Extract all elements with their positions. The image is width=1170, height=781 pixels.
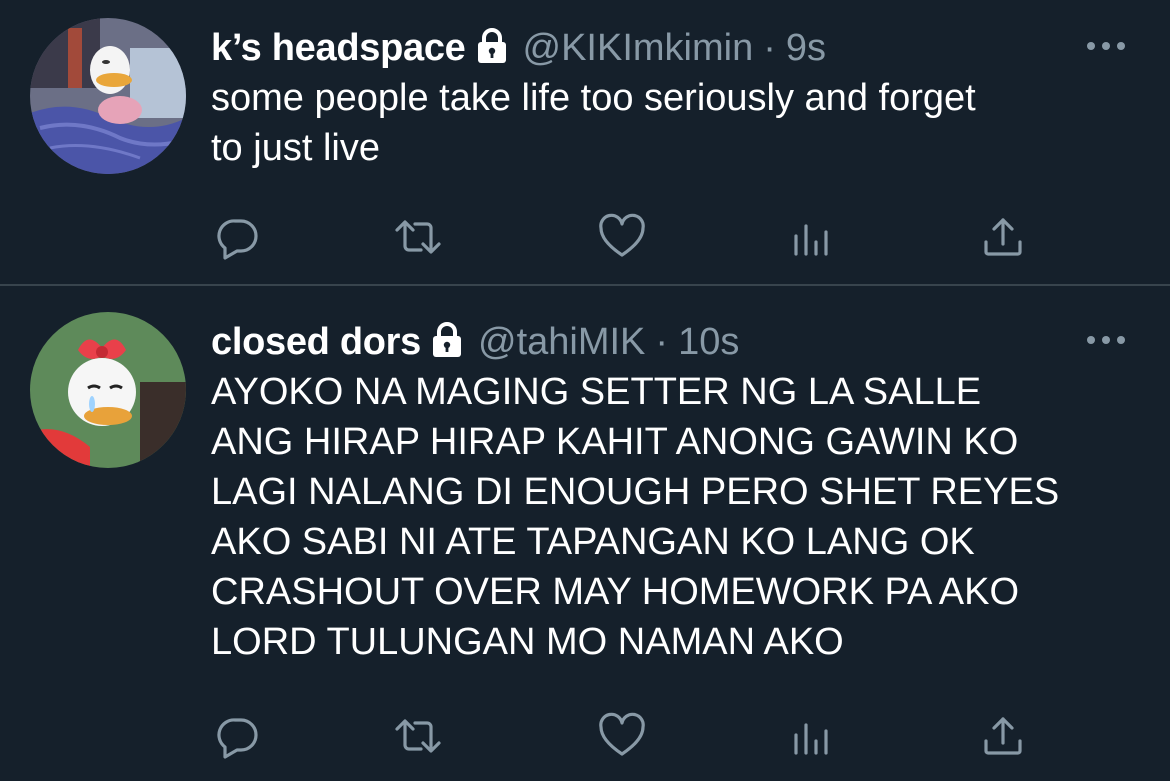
share-icon[interactable] bbox=[978, 711, 1028, 761]
daisy-duck-crying-avatar bbox=[30, 312, 186, 468]
user-handle[interactable]: @KIKImkimin bbox=[523, 23, 754, 73]
separator-dot: · bbox=[763, 27, 776, 69]
tweet-text-line: to just live bbox=[211, 127, 380, 169]
donald-duck-in-bed-avatar bbox=[30, 18, 186, 174]
tweet-text-line: CRASHOUT OVER MAY HOMEWORK PA AKO bbox=[211, 571, 1020, 613]
tweet-text-line: some people take life too seriously and … bbox=[211, 77, 976, 119]
reply-icon[interactable] bbox=[213, 212, 263, 262]
tweet-text-line: ANG HIRAP HIRAP KAHIT ANONG GAWIN KO bbox=[211, 421, 1019, 463]
like-icon[interactable] bbox=[597, 711, 647, 761]
user-handle[interactable]: @tahiMIK bbox=[478, 317, 645, 367]
reply-icon[interactable] bbox=[213, 711, 263, 761]
avatar[interactable] bbox=[30, 312, 186, 468]
separator-dot: · bbox=[655, 321, 669, 363]
more-icon[interactable] bbox=[1086, 40, 1126, 52]
retweet-icon[interactable] bbox=[393, 212, 443, 262]
share-icon[interactable] bbox=[978, 212, 1028, 262]
tweet[interactable]: k’s headspace @KIKImkimin · 9s some peop… bbox=[0, 0, 1170, 284]
timestamp[interactable]: 9s bbox=[786, 23, 826, 73]
tweet-header: closed dors @tahiMIK · 10s bbox=[211, 317, 739, 367]
retweet-icon[interactable] bbox=[393, 711, 443, 761]
tweet-text-line: AKO SABI NI ATE TAPANGAN KO LANG OK bbox=[211, 521, 975, 563]
analytics-icon[interactable] bbox=[787, 212, 837, 262]
tweet-header: k’s headspace @KIKImkimin · 9s bbox=[211, 23, 826, 73]
tweet-text: AYOKO NA MAGING SETTER NG LA SALLE ANG H… bbox=[211, 367, 1141, 667]
tweet-text-line: AYOKO NA MAGING SETTER NG LA SALLE bbox=[211, 371, 982, 413]
tweet[interactable]: closed dors @tahiMIK · 10s AYOKO NA MAGI… bbox=[0, 286, 1170, 781]
more-icon[interactable] bbox=[1086, 334, 1126, 346]
tweet-actions bbox=[0, 212, 1170, 262]
display-name[interactable]: k’s headspace bbox=[211, 23, 466, 73]
like-icon[interactable] bbox=[597, 212, 647, 262]
display-name[interactable]: closed dors bbox=[211, 317, 421, 367]
lock-icon bbox=[475, 27, 509, 65]
lock-icon bbox=[430, 321, 464, 359]
timestamp[interactable]: 10s bbox=[678, 317, 739, 367]
analytics-icon[interactable] bbox=[787, 711, 837, 761]
tweet-text-line: LAGI NALANG DI ENOUGH PERO SHET REYES bbox=[211, 471, 1060, 513]
tweet-actions bbox=[0, 711, 1170, 761]
avatar[interactable] bbox=[30, 18, 186, 174]
tweet-text: some people take life too seriously and … bbox=[211, 73, 1141, 173]
tweet-text-line: LORD TULUNGAN MO NAMAN AKO bbox=[211, 621, 844, 663]
